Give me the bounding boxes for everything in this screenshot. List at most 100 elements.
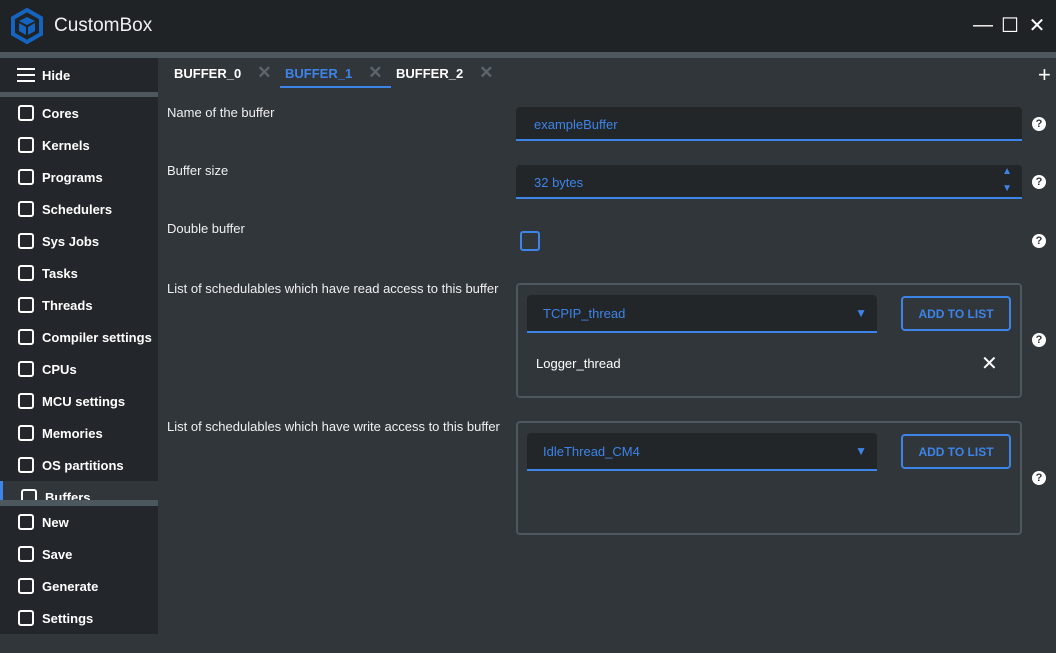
sidebar-item-tasks[interactable]: Tasks bbox=[0, 257, 158, 289]
sidebar-item-compiler-settings[interactable]: Compiler settings bbox=[0, 321, 158, 353]
tab-label: BUFFER_0 bbox=[174, 65, 242, 81]
add-tab-button[interactable]: + bbox=[1038, 62, 1051, 88]
buffer-size-spinbox[interactable]: 32 bytes ▲ ▼ bbox=[516, 165, 1022, 199]
sidebar-item-cpus[interactable]: CPUs bbox=[0, 353, 158, 385]
close-button[interactable]: ✕ bbox=[1026, 14, 1048, 37]
action-label: Settings bbox=[42, 610, 94, 626]
sidebar-item-label: Compiler settings bbox=[42, 329, 152, 345]
sidebar-item-label: Sys Jobs bbox=[42, 233, 100, 249]
new-button[interactable]: New bbox=[0, 506, 158, 538]
size-label: Buffer size bbox=[167, 163, 229, 178]
remove-item-button[interactable]: ✕ bbox=[981, 351, 998, 376]
sidebar-item-threads[interactable]: Threads bbox=[0, 289, 158, 321]
action-label: New bbox=[42, 514, 69, 530]
tab-label: BUFFER_2 bbox=[396, 65, 464, 81]
select-value: TCPIP_thread bbox=[543, 306, 626, 321]
write-schedulable-select[interactable]: IdleThread_CM4 ▼ bbox=[527, 433, 877, 471]
double-buffer-label: Double buffer bbox=[167, 221, 245, 236]
sidebar-item-label: Buffers bbox=[45, 489, 91, 501]
sidebar-item-memories[interactable]: Memories bbox=[0, 417, 158, 449]
sidebar-item-cores[interactable]: Cores bbox=[0, 97, 158, 129]
menu-icon bbox=[17, 68, 35, 82]
sidebar-nav[interactable]: Cores Kernels Programs Schedulers Sys Jobs Ta… bbox=[0, 97, 158, 500]
help-icon[interactable]: ? bbox=[1032, 117, 1046, 131]
sidebar-item-label: MCU settings bbox=[42, 393, 126, 409]
settings-button[interactable]: Settings bbox=[0, 602, 158, 634]
sidebar-item-label: Schedulers bbox=[42, 201, 113, 217]
action-label: Save bbox=[42, 546, 73, 562]
dashboard-icon bbox=[18, 393, 34, 409]
folder-icon bbox=[18, 137, 34, 153]
sidebar-item-label: OS partitions bbox=[42, 457, 124, 473]
refresh-icon bbox=[18, 578, 34, 594]
sidebar-item-label: Kernels bbox=[42, 137, 90, 153]
hide-label: Hide bbox=[42, 67, 71, 83]
tab-label: BUFFER_1 bbox=[285, 65, 353, 81]
title-bar: CustomBox — ☐ ✕ bbox=[0, 0, 1056, 52]
sidebar-item-buffers[interactable]: Buffers bbox=[0, 481, 158, 500]
sidebar-item-label: Cores bbox=[42, 105, 79, 121]
tab-buffer_1[interactable]: BUFFER_1 ✕ bbox=[285, 58, 382, 88]
clock-icon bbox=[18, 201, 34, 217]
sidebar-item-schedulers[interactable]: Schedulers bbox=[0, 193, 158, 225]
sidebar-item-label: Memories bbox=[42, 425, 103, 441]
select-value: IdleThread_CM4 bbox=[543, 444, 640, 459]
write-access-label: List of schedulables which have write ac… bbox=[167, 419, 500, 434]
name-label: Name of the buffer bbox=[167, 105, 275, 120]
dropdown-arrow-icon: ▼ bbox=[855, 444, 867, 458]
write-access-box: IdleThread_CM4 ▼ ADD TO LIST bbox=[516, 421, 1022, 535]
gear-icon bbox=[18, 610, 34, 626]
sidebar-item-kernels[interactable]: Kernels bbox=[0, 129, 158, 161]
active-tab-indicator bbox=[280, 86, 391, 88]
dropdown-arrow-icon: ▼ bbox=[855, 306, 867, 320]
pencil-icon bbox=[18, 514, 34, 530]
minimize-button[interactable]: — bbox=[972, 14, 994, 36]
tab-close-icon[interactable]: ✕ bbox=[257, 63, 271, 83]
add-write-button[interactable]: ADD TO LIST bbox=[901, 434, 1011, 469]
chip-icon bbox=[18, 105, 34, 121]
sidebar-item-label: CPUs bbox=[42, 361, 77, 377]
app-title: CustomBox bbox=[54, 15, 153, 36]
divider bbox=[0, 52, 1056, 58]
spin-up-icon[interactable]: ▲ bbox=[1002, 166, 1012, 177]
save-button[interactable]: Save bbox=[0, 538, 158, 570]
help-icon[interactable]: ? bbox=[1032, 471, 1046, 485]
help-icon[interactable]: ? bbox=[1032, 333, 1046, 347]
read-access-box: TCPIP_thread ▼ ADD TO LIST Logger_thread … bbox=[516, 283, 1022, 398]
buffer-name-input[interactable]: exampleBuffer bbox=[516, 107, 1022, 141]
calendar-icon bbox=[18, 297, 34, 313]
checklist-icon bbox=[18, 329, 34, 345]
sidebar-item-os-partitions[interactable]: OS partitions bbox=[0, 449, 158, 481]
sidebar-item-label: Tasks bbox=[42, 265, 78, 281]
sidebar-item-label: Programs bbox=[42, 169, 103, 185]
add-read-button[interactable]: ADD TO LIST bbox=[901, 296, 1011, 331]
read-schedulable-select[interactable]: TCPIP_thread ▼ bbox=[527, 295, 877, 333]
bookmark-icon bbox=[18, 169, 34, 185]
tab-buffer_2[interactable]: BUFFER_2 ✕ bbox=[396, 58, 493, 88]
hide-sidebar-button[interactable]: Hide bbox=[0, 59, 158, 91]
list-icon bbox=[18, 457, 34, 473]
spin-down-icon[interactable]: ▼ bbox=[1002, 183, 1012, 194]
check-circle-icon bbox=[18, 265, 34, 281]
maximize-button[interactable]: ☐ bbox=[999, 14, 1021, 37]
generate-button[interactable]: Generate bbox=[0, 570, 158, 602]
action-label: Generate bbox=[42, 578, 99, 594]
help-icon[interactable]: ? bbox=[1032, 234, 1046, 248]
save-icon bbox=[18, 546, 34, 562]
app-logo-icon bbox=[11, 8, 43, 44]
list-item: Logger_thread bbox=[536, 356, 621, 371]
sidebar-item-programs[interactable]: Programs bbox=[0, 161, 158, 193]
sidebar-item-mcu-settings[interactable]: MCU settings bbox=[0, 385, 158, 417]
size-value: 32 bytes bbox=[534, 175, 584, 190]
read-access-label: List of schedulables which have read acc… bbox=[167, 281, 499, 296]
tab-close-icon[interactable]: ✕ bbox=[479, 63, 493, 83]
double-buffer-checkbox[interactable] bbox=[520, 231, 540, 251]
tab-close-icon[interactable]: ✕ bbox=[368, 63, 382, 83]
sidebar-item-sys-jobs[interactable]: Sys Jobs bbox=[0, 225, 158, 257]
help-icon[interactable]: ? bbox=[1032, 175, 1046, 189]
tab-buffer_0[interactable]: BUFFER_0 ✕ bbox=[174, 58, 271, 88]
sidebar-item-label: Threads bbox=[42, 297, 93, 313]
memory-icon bbox=[18, 425, 34, 441]
archive-icon bbox=[21, 489, 37, 500]
briefcase-icon bbox=[18, 233, 34, 249]
